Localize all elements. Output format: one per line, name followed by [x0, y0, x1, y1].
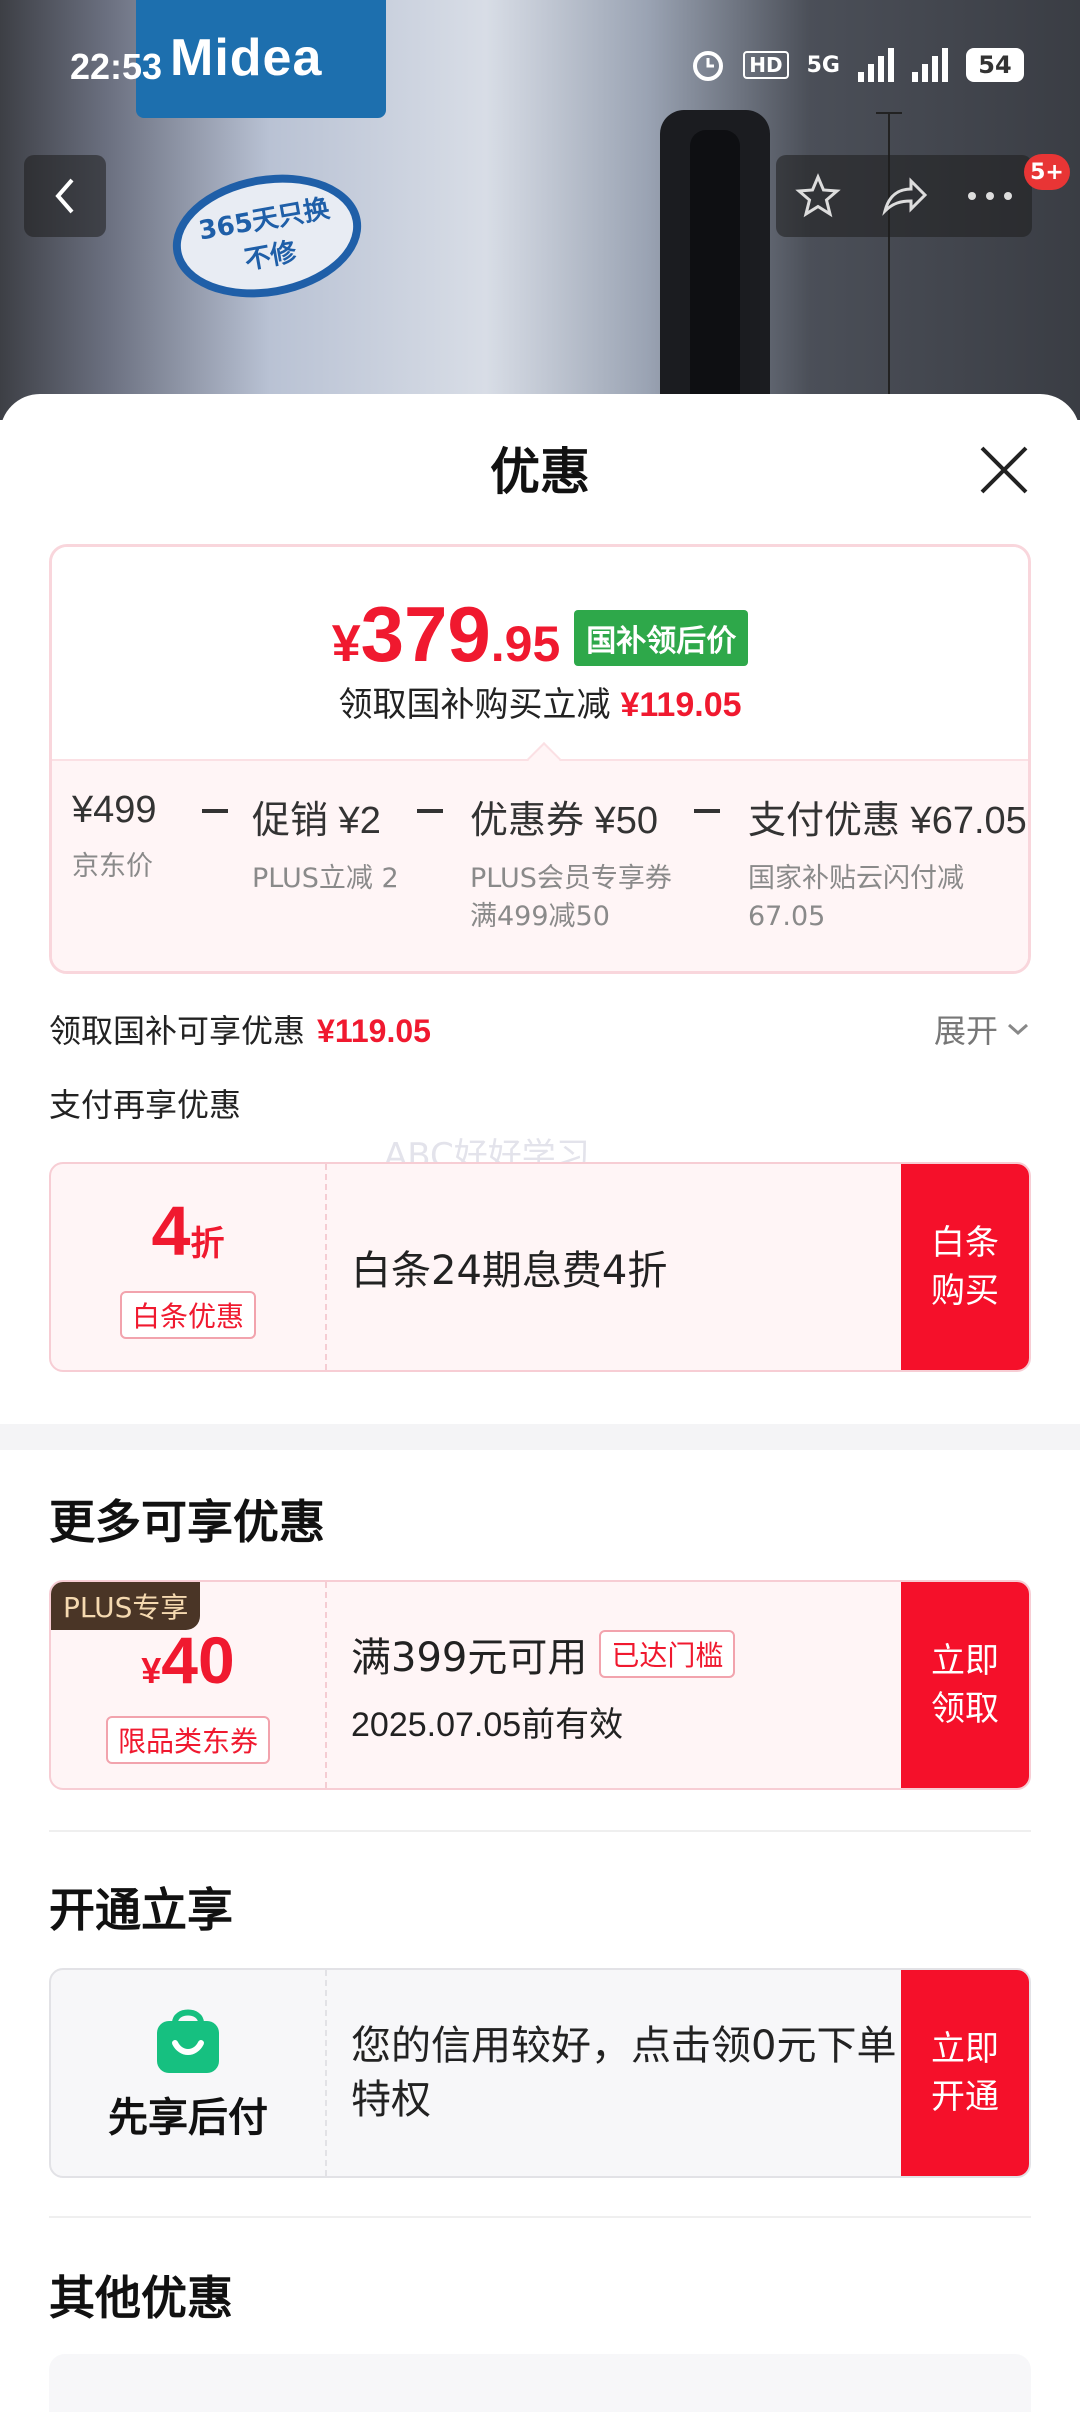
sheet-title: 优惠: [490, 443, 590, 501]
threshold-reached-tag: 已达门槛: [599, 1629, 736, 1678]
pay-later-brand: 先享后付: [51, 1970, 327, 2176]
subsidy-price-tag: 国补领后价: [574, 610, 749, 666]
other-offer-card[interactable]: [49, 2354, 1031, 2412]
breakdown-item-payment: 支付优惠 ¥67.05 国家补贴云闪付减 67.05: [748, 800, 1027, 932]
price-breakdown: ¥499 京东价 促销 ¥2 PLUS立减 2 优惠券 ¥50 PLUS会员专享…: [52, 759, 1028, 971]
alarm-icon: [693, 51, 724, 81]
baitiao-tag: 白条优惠: [119, 1290, 256, 1339]
breakdown-item-promo: 促销 ¥2 PLUS立减 2: [252, 800, 399, 894]
chevron-left-icon: [55, 178, 74, 214]
chevron-down-icon: [1008, 1023, 1028, 1036]
divider-line: [49, 2216, 1031, 2218]
breakdown-item-jd-price: ¥499 京东价: [72, 789, 157, 882]
subsidy-row: 领取国补可享优惠 ¥119.05: [49, 1012, 431, 1050]
baitiao-buy-button[interactable]: 白条购买: [901, 1164, 1029, 1370]
minus-sign: [417, 809, 443, 813]
signal-icon: [858, 48, 894, 82]
product-tower-fan: [660, 110, 770, 420]
category-coupon-tag: 限品类东券: [105, 1715, 270, 1764]
star-icon[interactable]: [795, 173, 841, 219]
price-subtitle: 领取国补购买立减 ¥119.05: [338, 685, 742, 725]
open-section-title: 开通立享: [49, 1883, 233, 1937]
status-icons: HD 5G 54: [691, 48, 1024, 82]
baitiao-coupon-card[interactable]: 4折 白条优惠 白条24期息费4折 白条购买: [49, 1162, 1031, 1372]
signal-icon-2: [912, 48, 948, 82]
other-offers-title: 其他优惠: [49, 2271, 233, 2325]
status-time: 22:53: [70, 46, 163, 87]
more-offers-title: 更多可享优惠: [49, 1495, 325, 1549]
divider-line: [49, 1830, 1031, 1832]
plus-coupon-amount: PLUS专享 ¥40 限品类东券: [51, 1582, 327, 1788]
claim-coupon-button[interactable]: 立即领取: [901, 1582, 1029, 1788]
share-icon[interactable]: [879, 173, 929, 219]
open-now-button[interactable]: 立即开通: [901, 1970, 1029, 2176]
pay-later-card[interactable]: 先享后付 您的信用较好，点击领0元下单特权 立即开通: [49, 1968, 1031, 2178]
warranty-badge: 365天只换不修: [163, 160, 371, 312]
price-header: ¥379.95 国补领后价 领取国补购买立减 ¥119.05: [52, 547, 1028, 759]
plus-coupon-card[interactable]: PLUS专享 ¥40 限品类东券 满399元可用 已达门槛 2025.07.05…: [49, 1580, 1031, 1790]
minus-sign: [202, 809, 228, 813]
status-bar: 22:53 HD 5G 54: [0, 0, 1080, 140]
section-divider: [0, 1424, 1080, 1450]
minus-sign: [694, 809, 720, 813]
discount-sheet: 优惠 ¥379.95 国补领后价 领取国补购买立减 ¥119.05 ¥499 京东…: [0, 394, 1080, 2412]
price-card: ¥379.95 国补领后价 领取国补购买立减 ¥119.05 ¥499 京东价 促…: [49, 544, 1031, 974]
pay-more-label: 支付再享优惠: [49, 1086, 242, 1124]
final-price: ¥379.95: [331, 590, 561, 678]
credit-text: 您的信用较好，点击领0元下单特权: [351, 2023, 897, 2123]
coupon-condition: 满399元可用: [351, 1634, 588, 1681]
battery-icon: 54: [966, 48, 1024, 82]
breakdown-item-coupon: 优惠券 ¥50 PLUS会员专享券满499减50: [470, 800, 672, 932]
plus-tag: PLUS专享: [51, 1582, 201, 1630]
more-icon[interactable]: [967, 191, 1013, 201]
hd-icon: HD: [743, 51, 789, 79]
pay-later-label: 先享后付: [108, 2095, 268, 2141]
message-count-badge: 5+: [1024, 154, 1070, 190]
baitiao-discount: 4折 白条优惠: [51, 1164, 327, 1370]
top-actions: [776, 155, 1032, 237]
coupon-validity: 2025.07.05前有效: [351, 1705, 624, 1744]
expand-button[interactable]: 展开: [934, 1006, 1030, 1052]
network-label: 5G: [806, 52, 840, 78]
close-icon[interactable]: [978, 444, 1030, 496]
back-button[interactable]: [24, 155, 106, 237]
shopping-bag-icon: [157, 2009, 219, 2073]
baitiao-title: 白条24期息费4折: [351, 1248, 668, 1294]
